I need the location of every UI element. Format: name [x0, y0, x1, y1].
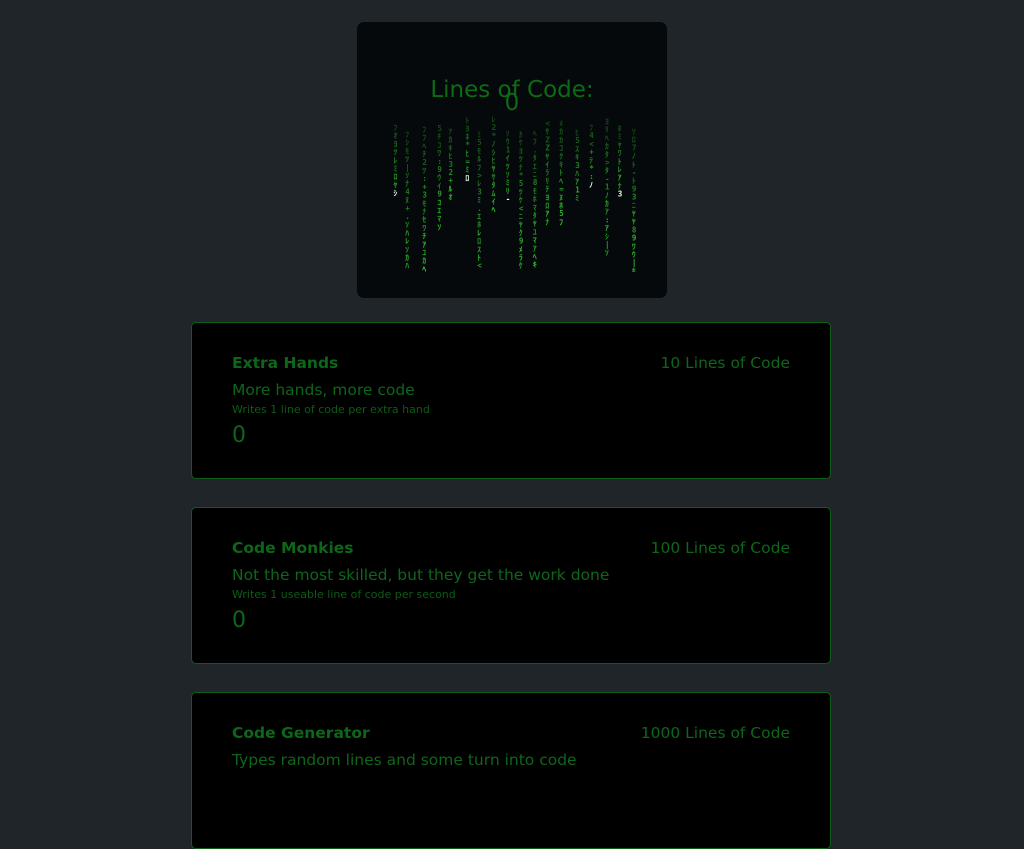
rain-glyph: ﾍ — [421, 264, 426, 272]
upgrade-name: Code Monkies — [232, 539, 354, 557]
rain-glyph: ﾎ — [632, 266, 636, 272]
rain-glyph: ｹ — [519, 261, 523, 270]
upgrade-name: Code Generator — [232, 724, 370, 742]
rain-glyph: ｼ — [394, 189, 398, 198]
rain-glyph: < — [477, 261, 482, 270]
upgrade-cost: 1000 Lines of Code — [640, 724, 790, 742]
rain-glyph: ﾌ — [559, 217, 563, 226]
upgrade-card-code-generator[interactable]: Code Generator 1000 Lines of Code Types … — [191, 692, 831, 849]
rain-glyph: 3 — [618, 190, 623, 199]
upgrade-cost: 10 Lines of Code — [660, 354, 790, 372]
rain-glyph: ﾊ — [404, 261, 409, 270]
upgrade-owned-count: 0 — [232, 423, 246, 448]
matrix-rain-animation[interactable]: ﾌｵﾖﾂﾚﾐﾛﾔｼﾌｼﾓﾂ|ｿﾅ4ﾇ+.ｿﾊﾚｿｶﾊﾌﾌﾍﾁ2ﾂ:+3ﾓﾅｾﾜﾁ… — [387, 116, 639, 272]
code-counter-panel[interactable]: Lines of Code: 0 ﾌｵﾖﾂﾚﾐﾛﾔｼﾌｼﾓﾂ | ｿﾅ 4 ﾇ +. ｿﾊﾚ… — [357, 22, 667, 298]
rain-glyph: ﾐ — [575, 194, 579, 203]
upgrade-description: Writes 1 useable line of code per second — [232, 588, 456, 601]
rain-glyph: ﾅ — [545, 217, 549, 226]
rain-glyph: ｿ — [605, 248, 609, 257]
upgrade-card-extra-hands[interactable]: Extra Hands 10 Lines of Code More hands,… — [191, 322, 831, 479]
upgrade-tagline: Not the most skilled, but they get the w… — [232, 566, 610, 584]
upgrade-card-code-monkies[interactable]: Code Monkies 100 Lines of Code Not the m… — [191, 507, 831, 664]
upgrade-cost: 100 Lines of Code — [650, 539, 790, 557]
rain-glyph: ﾛ — [465, 173, 469, 182]
rain-glyph: ﾍ — [491, 205, 496, 214]
rain-glyph: ﾉ — [589, 180, 593, 189]
upgrade-owned-count: 0 — [232, 608, 246, 633]
rain-glyph: ｵ — [449, 193, 453, 202]
rain-glyph: ｷ — [533, 260, 537, 269]
rain-glyph: - — [506, 195, 511, 204]
upgrade-name: Extra Hands — [232, 354, 339, 372]
lines-of-code-value: 0 — [504, 90, 520, 116]
upgrade-tagline: More hands, more code — [232, 381, 415, 399]
upgrade-description: Writes 1 line of code per extra hand — [232, 403, 430, 416]
rain-glyph: ｿ — [437, 222, 441, 231]
